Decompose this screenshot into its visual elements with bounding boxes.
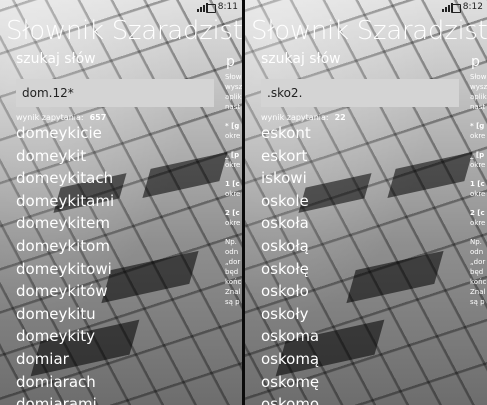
result-item[interactable]: domeykity	[16, 325, 114, 348]
result-item[interactable]: oskomą	[261, 348, 319, 371]
peek-line: okre	[470, 161, 486, 169]
peek-line: wysz	[470, 83, 487, 91]
peek-line: * [g	[470, 122, 485, 130]
result-item[interactable]: domeykitów	[16, 280, 114, 303]
result-item[interactable]: oskoło	[261, 280, 319, 303]
peek-line: Słow	[470, 73, 487, 81]
peek-line: aplik	[470, 93, 487, 101]
result-item[interactable]: eskort	[261, 145, 319, 168]
battery-icon	[206, 4, 216, 13]
result-item[interactable]: domeykitom	[16, 235, 114, 258]
peek-line: Słow	[225, 73, 242, 81]
results-list: eskont eskort iskowi oskole oskoła oskoł…	[261, 122, 319, 405]
peek-line: „dor	[225, 258, 241, 266]
peek-line: wysz	[225, 83, 242, 91]
pivot-tab-search[interactable]: szukaj słów	[16, 51, 96, 67]
result-item[interactable]: domiar	[16, 348, 114, 371]
peek-line: okre	[225, 132, 241, 140]
result-item[interactable]: domeykitami	[16, 190, 114, 213]
peek-line: „dor	[470, 258, 486, 266]
phone-screen-left: 8:11 Słownik Szaradzisty szukaj słów p d…	[0, 0, 242, 405]
peek-line: aplik	[225, 93, 242, 101]
result-item[interactable]: domeykitowi	[16, 258, 114, 281]
peek-line: okre	[470, 190, 486, 198]
peek-line: końc	[470, 278, 487, 286]
peek-line: końc	[225, 278, 242, 286]
peek-line: odn	[225, 248, 239, 256]
peek-line: są p	[225, 298, 240, 306]
status-bar: 8:12	[245, 0, 487, 16]
result-item[interactable]: domeykicie	[16, 122, 114, 145]
battery-icon	[451, 4, 461, 13]
peek-line: Znal	[470, 288, 486, 296]
pivot-tab-search[interactable]: szukaj słów	[261, 51, 341, 67]
result-count-value: 657	[89, 113, 107, 122]
status-bar: 8:11	[0, 0, 242, 16]
peek-line: okre	[225, 190, 241, 198]
peek-line: 1 [c	[470, 180, 485, 188]
pivot-tab-next[interactable]: p	[471, 54, 480, 70]
peek-line: będ	[225, 268, 239, 276]
peek-line: będ	[470, 268, 484, 276]
next-pivot-peek: Słow wysz aplik nast * [g okre _ [p okre 1…	[225, 72, 242, 307]
pivot-tab-next[interactable]: p	[226, 54, 235, 70]
peek-line: 2 [c	[225, 209, 240, 217]
app-title: Słownik Szaradzisty	[6, 16, 242, 46]
peek-line: * [g	[225, 122, 240, 130]
screenshot-pair: 8:11 Słownik Szaradzisty szukaj słów p d…	[0, 0, 487, 405]
result-item[interactable]: domeykitu	[16, 303, 114, 326]
peek-line: okre	[225, 161, 241, 169]
peek-line: okre	[470, 219, 486, 227]
peek-line: nast	[225, 103, 241, 111]
status-time: 8:12	[462, 2, 483, 12]
next-pivot-peek: Słow wysz aplik nast * [g okre _ [p okre 1…	[470, 72, 487, 307]
result-count-row: wynik zapytania: 22	[261, 113, 346, 122]
result-item[interactable]: oskoma	[261, 325, 319, 348]
result-item[interactable]: oskomo	[261, 393, 319, 405]
result-item[interactable]: oskoła	[261, 212, 319, 235]
result-item[interactable]: domiarach	[16, 371, 114, 394]
result-item[interactable]: oskole	[261, 190, 319, 213]
search-input[interactable]: .sko2.	[261, 79, 459, 107]
peek-line: odn	[470, 248, 484, 256]
result-item[interactable]: oskomę	[261, 371, 319, 394]
peek-line: Np.	[470, 238, 482, 246]
result-item[interactable]: oskołą	[261, 235, 319, 258]
results-list: domeykicie domeykit domeykitach domeykit…	[16, 122, 114, 405]
result-count-row: wynik zapytania: 657	[16, 113, 106, 122]
result-count-value: 22	[334, 113, 346, 122]
peek-line: 1 [c	[225, 180, 240, 188]
result-item[interactable]: iskowi	[261, 167, 319, 190]
peek-line: nast	[470, 103, 486, 111]
peek-line: Np.	[225, 238, 237, 246]
phone-screen-right: 8:12 Słownik Szaradzisty szukaj słów p .…	[245, 0, 487, 405]
peek-line: są p	[470, 298, 485, 306]
peek-line: 2 [c	[470, 209, 485, 217]
app-title: Słownik Szaradzisty	[251, 16, 487, 46]
peek-line: Znal	[225, 288, 241, 296]
result-count-label: wynik zapytania:	[261, 113, 329, 122]
result-item[interactable]: domeykitem	[16, 212, 114, 235]
result-item[interactable]: oskołę	[261, 258, 319, 281]
result-item[interactable]: domeykitach	[16, 167, 114, 190]
result-count-label: wynik zapytania:	[16, 113, 84, 122]
peek-line: _ [p	[470, 151, 485, 159]
result-item[interactable]: eskont	[261, 122, 319, 145]
peek-line: _ [p	[225, 151, 240, 159]
peek-line: okre	[470, 132, 486, 140]
result-item[interactable]: domiarami	[16, 393, 114, 405]
peek-line: okre	[225, 219, 241, 227]
status-time: 8:11	[217, 2, 238, 12]
result-item[interactable]: oskoły	[261, 303, 319, 326]
result-item[interactable]: domeykit	[16, 145, 114, 168]
search-input[interactable]: dom.12*	[16, 79, 214, 107]
